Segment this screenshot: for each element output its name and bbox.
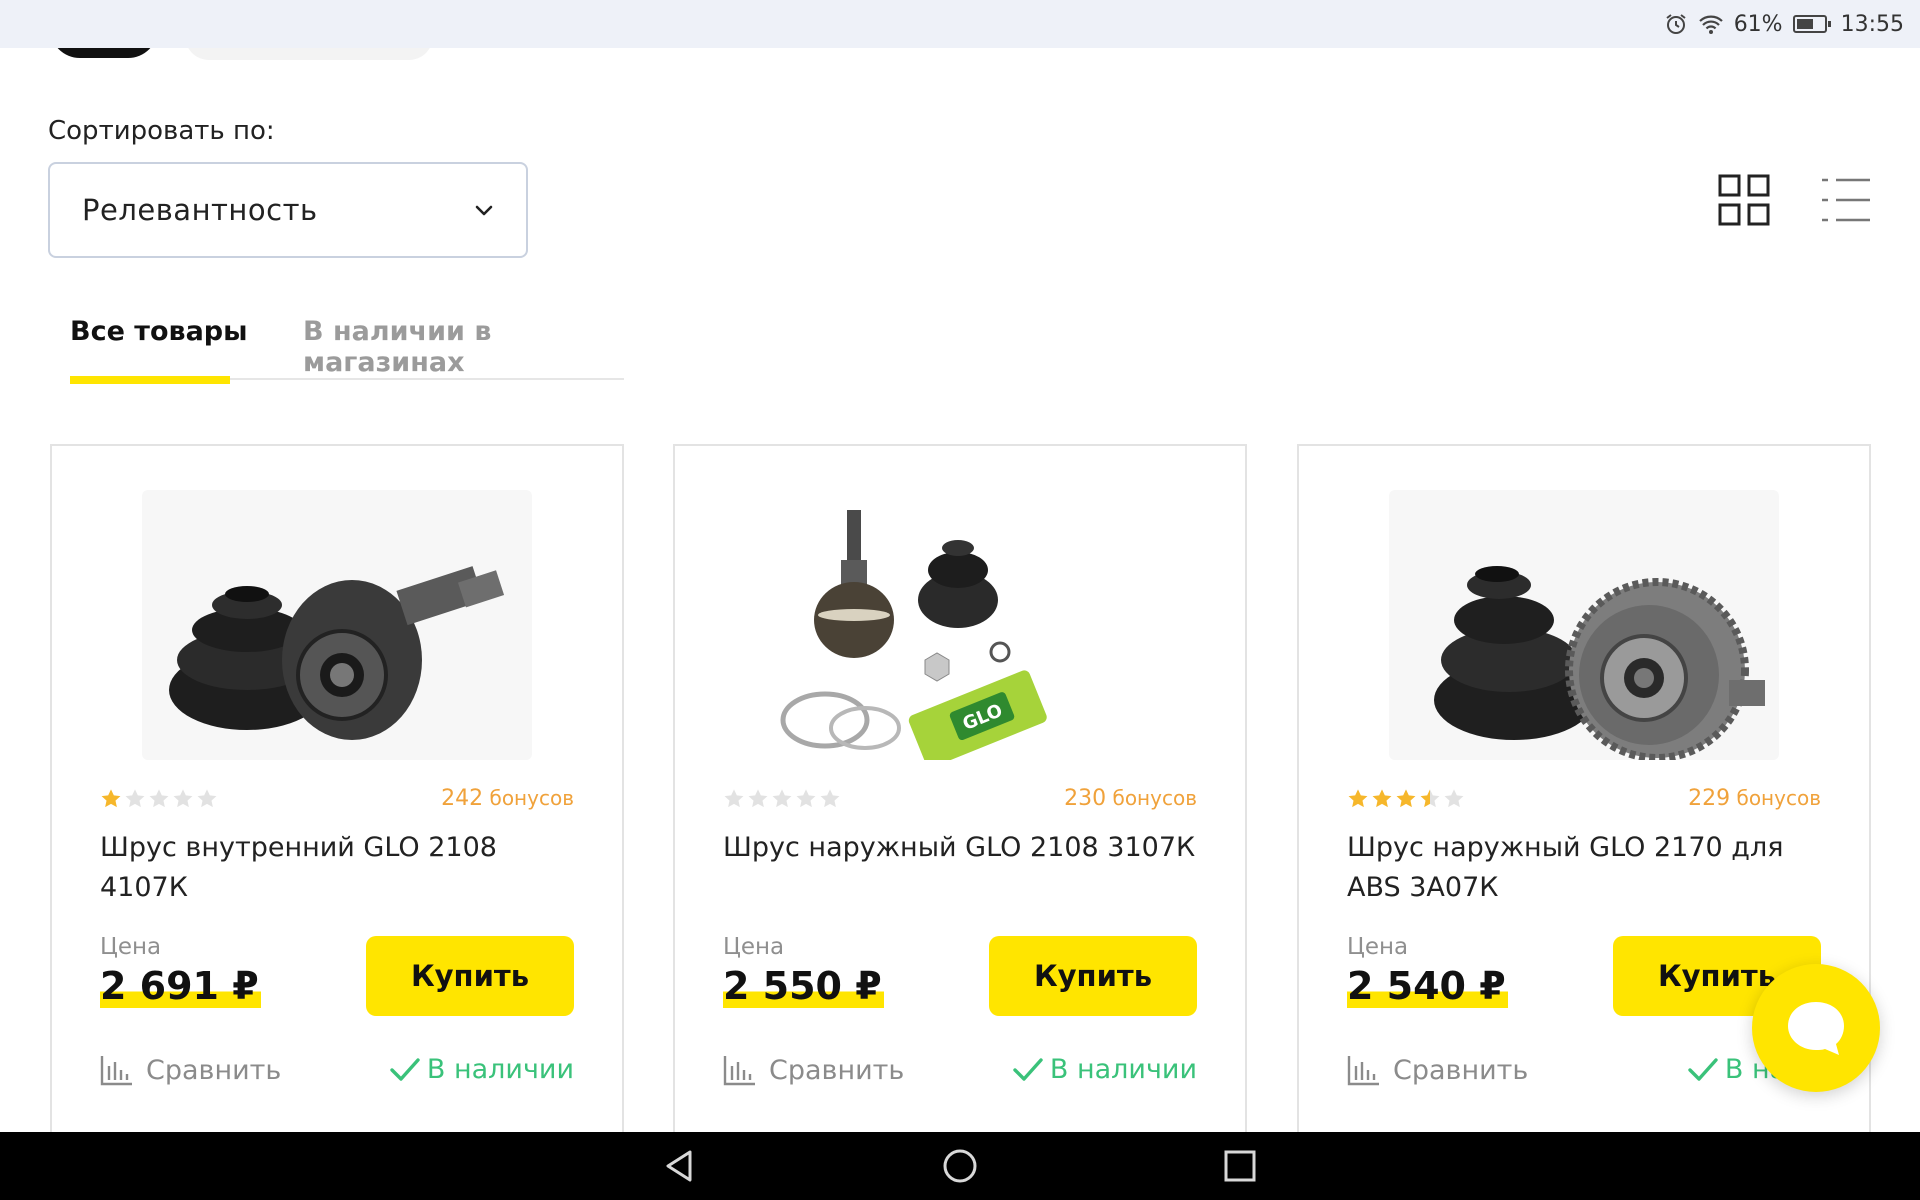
home-icon[interactable]	[940, 1146, 980, 1186]
product-title[interactable]: Шрус наружный GLO 2170 для ABS 3А07К	[1347, 828, 1827, 908]
check-icon	[1013, 1057, 1043, 1081]
stock-label: В наличии	[1049, 1054, 1197, 1085]
star-icon	[173, 789, 193, 808]
battery-percent: 61%	[1733, 11, 1783, 37]
product-title[interactable]: Шрус наружный GLO 2108 3107К	[723, 828, 1203, 868]
rating-stars	[1347, 788, 1467, 810]
tab-label: В наличии в магазинах	[303, 316, 492, 378]
sort-selected-value: Релевантность	[82, 193, 318, 227]
star-icon	[1372, 789, 1392, 808]
tabs: Все товары В наличии в магазинах	[70, 316, 624, 384]
buy-button[interactable]: Купить	[989, 936, 1197, 1016]
product-card[interactable]: 242 бонусов Шрус внутренний GLO 2108 410…	[50, 444, 624, 1144]
rating-stars	[100, 788, 220, 810]
compare-button[interactable]: Сравнить	[723, 1054, 904, 1086]
compare-label: Сравнить	[146, 1054, 282, 1086]
compare-icon	[100, 1056, 132, 1086]
stock-status: В наличии	[1012, 1054, 1197, 1085]
compare-button[interactable]: Сравнить	[1347, 1054, 1528, 1086]
price-label: Цена	[723, 934, 785, 960]
price-label: Цена	[100, 934, 162, 960]
bonus-points: 230 бонусов	[1064, 786, 1197, 811]
product-price: 2 550 ₽	[723, 964, 884, 1008]
tab-in-store-stock[interactable]: В наличии в магазинах	[303, 316, 624, 378]
page: 61% 13:55 Сортировать по: Релевантность …	[0, 0, 1920, 1200]
product-price: 2 540 ₽	[1347, 964, 1508, 1008]
chat-button[interactable]	[1752, 964, 1880, 1092]
clock: 13:55	[1840, 11, 1904, 37]
grid-view-icon[interactable]	[1718, 174, 1770, 226]
star-icon	[1396, 789, 1416, 808]
rating-stars	[723, 788, 843, 810]
tab-all-products[interactable]: Все товары	[70, 316, 248, 384]
system-nav-bar	[0, 1132, 1920, 1200]
star-icon	[101, 789, 121, 808]
star-icon	[149, 789, 169, 808]
star-icon	[748, 789, 768, 808]
stock-label: В наличии	[426, 1054, 574, 1085]
bonus-points: 242 бонусов	[441, 786, 574, 811]
compare-label: Сравнить	[769, 1054, 905, 1086]
star-icon	[197, 789, 217, 808]
star-icon	[796, 789, 816, 808]
product-price: 2 691 ₽	[100, 964, 261, 1008]
wifi-icon	[1698, 13, 1724, 35]
bonus-points: 229 бонусов	[1688, 786, 1821, 811]
check-icon	[390, 1057, 420, 1081]
sort-label: Сортировать по:	[48, 116, 275, 146]
star-icon	[820, 789, 840, 808]
compare-label: Сравнить	[1393, 1054, 1529, 1086]
status-bar: 61% 13:55	[0, 0, 1920, 48]
product-card[interactable]: GLO 230 бонусов Шрус наружный GLO 2108 3…	[673, 444, 1247, 1144]
compare-icon	[1347, 1056, 1379, 1086]
star-icon	[724, 789, 744, 808]
chat-icon	[1788, 1002, 1844, 1055]
check-icon	[1688, 1057, 1718, 1081]
star-icon	[1444, 789, 1464, 808]
product-image[interactable]	[142, 490, 532, 760]
sort-select[interactable]: Релевантность	[48, 162, 528, 258]
battery-icon	[1792, 15, 1831, 33]
back-icon[interactable]	[660, 1146, 700, 1186]
active-tab-indicator	[70, 376, 230, 384]
product-image[interactable]	[1389, 490, 1779, 760]
tab-label: Все товары	[70, 316, 248, 347]
recents-icon[interactable]	[1220, 1146, 1260, 1186]
star-icon	[1420, 789, 1440, 808]
stock-status: В наличии	[389, 1054, 574, 1085]
compare-button[interactable]: Сравнить	[100, 1054, 281, 1086]
star-icon	[125, 789, 145, 808]
star-icon	[772, 789, 792, 808]
star-icon	[1348, 789, 1368, 808]
product-title[interactable]: Шрус внутренний GLO 2108 4107К	[100, 828, 580, 908]
compare-icon	[723, 1056, 755, 1086]
price-label: Цена	[1347, 934, 1409, 960]
alarm-icon	[1664, 12, 1688, 36]
list-view-icon[interactable]	[1820, 174, 1872, 226]
buy-button[interactable]: Купить	[366, 936, 574, 1016]
product-image[interactable]: GLO	[765, 490, 1155, 760]
chevron-down-icon	[475, 205, 493, 216]
